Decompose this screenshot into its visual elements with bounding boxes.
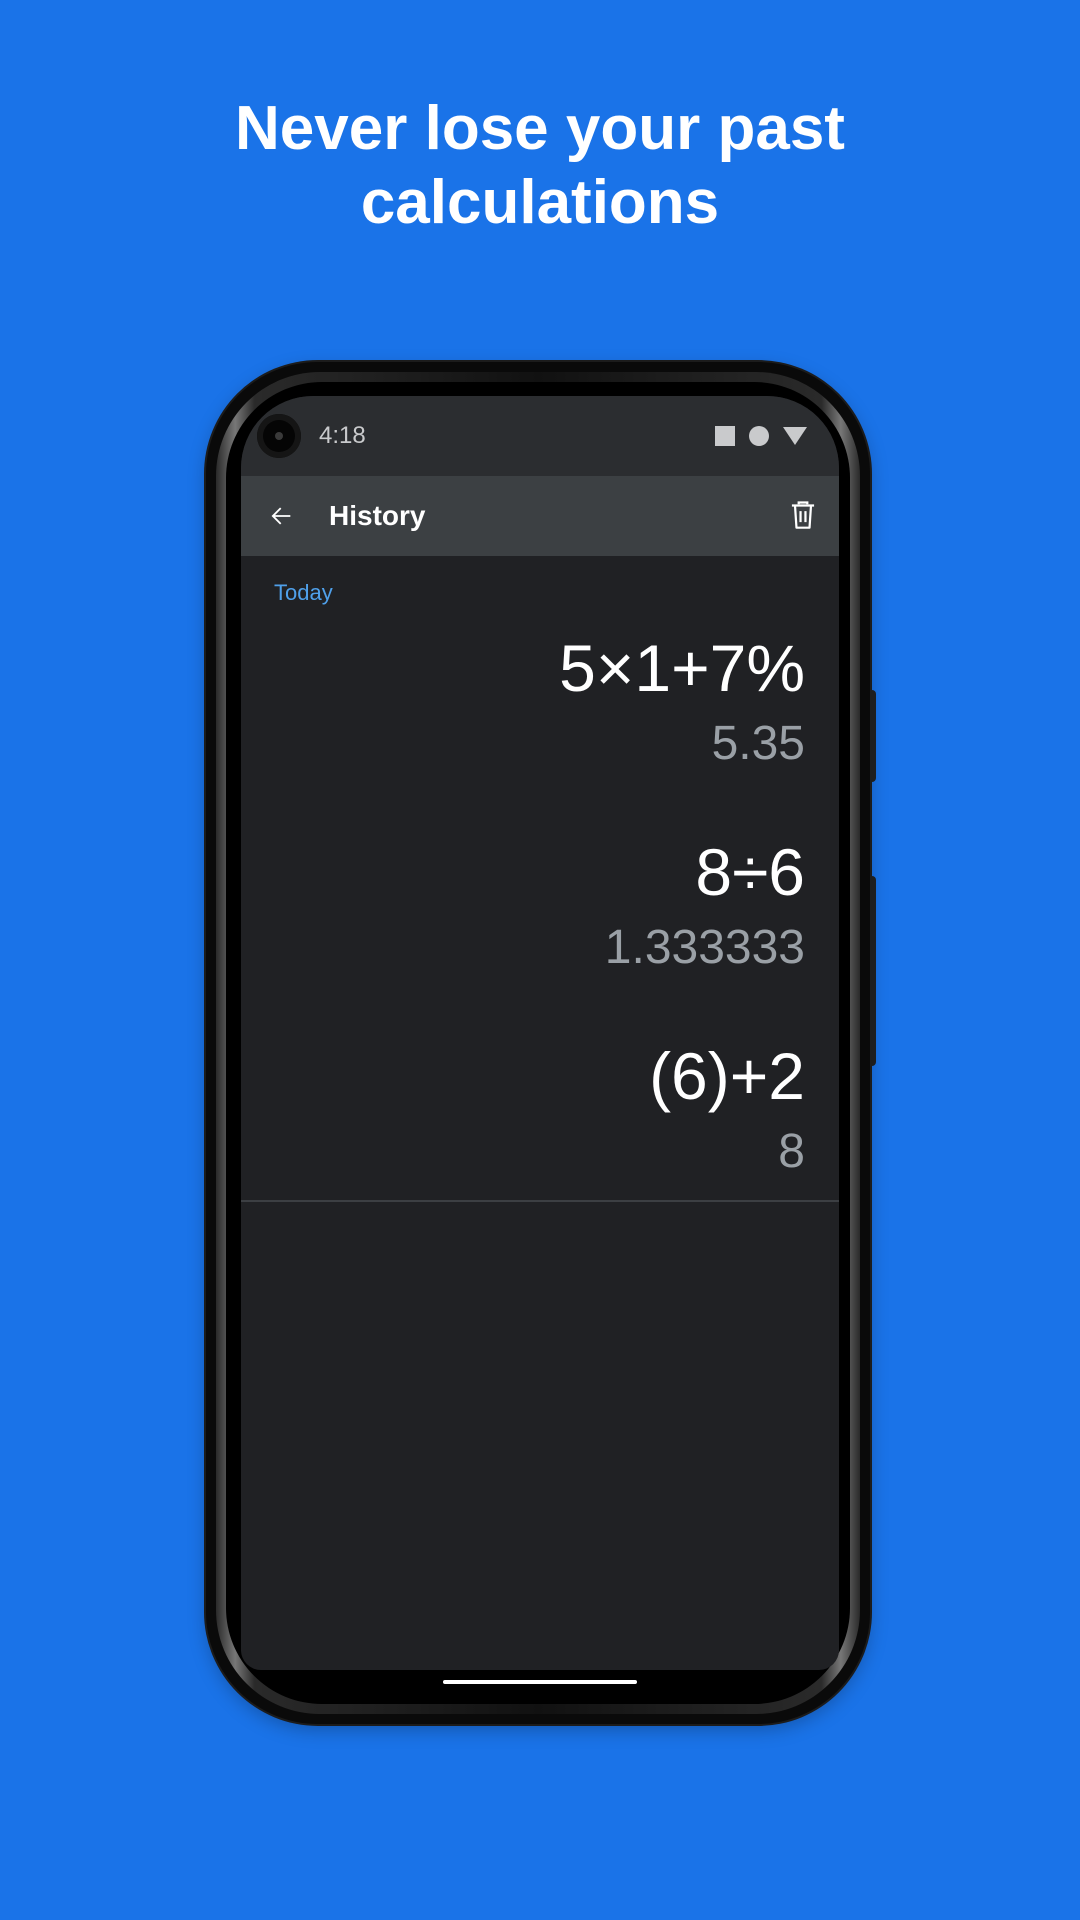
history-expression[interactable]: (6)+2 — [649, 1038, 805, 1114]
promo-headline-line-2: calculations — [360, 168, 720, 237]
history-divider — [241, 1200, 839, 1202]
home-indicator[interactable] — [443, 1680, 637, 1684]
status-time: 4:18 — [319, 422, 366, 449]
arrow-left-icon — [271, 507, 291, 525]
history-expression[interactable]: 8÷6 — [695, 834, 805, 910]
history-result[interactable]: 1.333333 — [605, 920, 805, 976]
trash-icon — [791, 501, 815, 529]
clear-history-button[interactable] — [783, 496, 823, 536]
promo-headline: Never lose your past calculations — [0, 92, 1080, 240]
status-bar: 4:18 — [241, 396, 839, 476]
circle-icon — [749, 426, 769, 446]
page-title: History — [329, 500, 426, 531]
wifi-triangle-icon — [783, 427, 807, 445]
front-camera — [257, 414, 301, 458]
stop-icon — [715, 426, 735, 446]
status-icons — [715, 424, 807, 448]
history-result[interactable]: 5.35 — [712, 716, 805, 772]
back-button[interactable] — [261, 496, 301, 536]
history-result[interactable]: 8 — [778, 1124, 805, 1180]
history-section-label: Today — [274, 580, 333, 605]
phone-power-button — [870, 876, 876, 1066]
promo-headline-line-1: Never lose your past — [235, 94, 845, 163]
phone-screen: 4:18 History Today 5×1+7% 5.35 8÷6 1.333… — [241, 396, 839, 1670]
history-expression[interactable]: 5×1+7% — [559, 630, 805, 706]
phone-side-button — [870, 690, 876, 782]
app-bar: History — [241, 476, 839, 556]
